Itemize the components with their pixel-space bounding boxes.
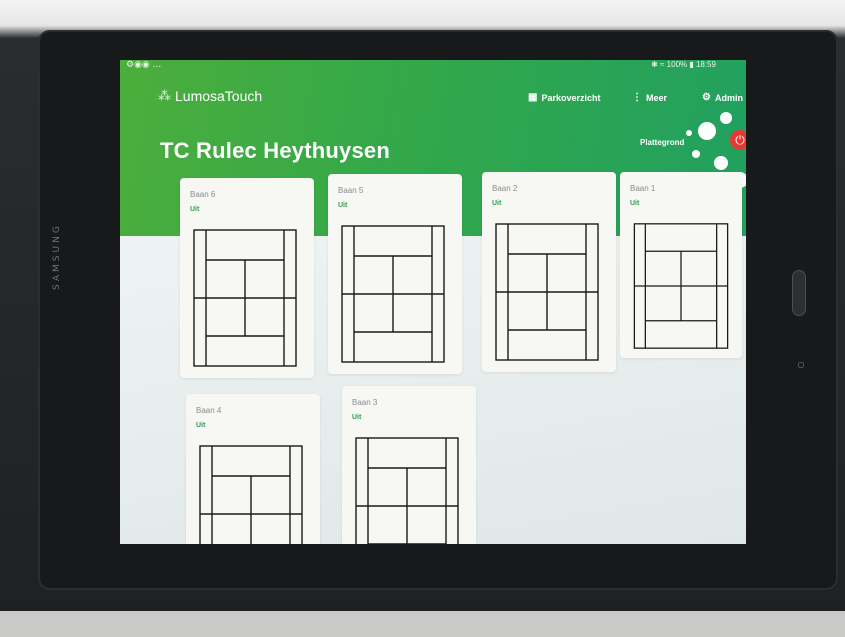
- court-status: Uit: [190, 206, 200, 213]
- court-card-baan-1[interactable]: Baan 1 Uit: [620, 172, 742, 358]
- tennis-court-icon: [193, 229, 297, 367]
- court-name: Baan 2: [492, 184, 518, 193]
- tablet-screen: ⚙◉◉ ... ✱ ≈ 100% ▮ 18:59 ⁂ LumosaTouch ▦…: [120, 60, 746, 544]
- device-brand: SAMSUNG: [52, 223, 62, 290]
- home-button[interactable]: [792, 270, 806, 316]
- floorplan-link[interactable]: Plattegrond: [640, 138, 684, 147]
- court-card-baan-4[interactable]: Baan 4 Uit: [186, 394, 320, 544]
- court-name: Baan 5: [338, 186, 364, 195]
- back-button[interactable]: [798, 362, 804, 368]
- gear-icon: ⚙: [702, 92, 711, 103]
- nav-label: Parkoverzicht: [541, 92, 601, 103]
- page-title: TC Rulec Heythuysen: [160, 138, 390, 163]
- app-logo: ⁂ LumosaTouch: [158, 88, 262, 104]
- nav-label: Admin: [714, 92, 743, 103]
- nav-meer[interactable]: ⋮ Meer: [632, 92, 667, 103]
- dots-icon: ⋮: [632, 92, 642, 103]
- status-bar-right: ✱ ≈ 100% ▮ 18:59: [651, 60, 716, 69]
- tennis-court-icon: [355, 437, 459, 544]
- nav-label: Meer: [646, 92, 668, 103]
- tennis-court-icon: [199, 445, 303, 544]
- decor-dot: [720, 112, 732, 124]
- decor-dot: [714, 156, 728, 170]
- court-status: Uit: [630, 200, 640, 207]
- photo-scene: SAMSUNG ⚙◉◉ ... ✱ ≈ 100% ▮ 18:59 ⁂ Lumos…: [0, 0, 845, 637]
- court-status: Uit: [196, 422, 206, 429]
- court-name: Baan 4: [196, 406, 222, 415]
- nav-admin[interactable]: ⚙ Admin: [702, 92, 743, 103]
- court-card-baan-6[interactable]: Baan 6 Uit: [180, 178, 314, 378]
- decor-dot: [686, 130, 692, 136]
- logo-text: LumosaTouch: [175, 88, 263, 104]
- court-card-baan-5[interactable]: Baan 5 Uit: [328, 174, 462, 374]
- court-status: Uit: [338, 202, 348, 209]
- grid-icon: ▦: [528, 92, 538, 103]
- table-surface: [0, 611, 845, 637]
- lumosa-logo-icon: ⁂: [158, 88, 171, 103]
- decor-dot: [698, 122, 716, 140]
- court-card-baan-2[interactable]: Baan 2 Uit: [482, 172, 616, 372]
- nav-parkoverzicht[interactable]: ▦ Parkoverzicht: [528, 92, 600, 103]
- status-bar-icons: ⚙◉◉ ...: [126, 60, 162, 70]
- court-name: Baan 6: [190, 190, 216, 199]
- court-name: Baan 1: [630, 184, 656, 193]
- tennis-court-icon: [341, 225, 445, 363]
- decor-dot: [692, 150, 700, 158]
- court-status: Uit: [352, 414, 362, 421]
- court-status: Uit: [492, 200, 502, 207]
- tennis-court-icon: [633, 223, 729, 349]
- court-card-baan-3[interactable]: Baan 3 Uit: [342, 386, 476, 544]
- tennis-court-icon: [495, 223, 599, 361]
- power-icon[interactable]: ⏻: [730, 130, 746, 150]
- court-name: Baan 3: [352, 398, 378, 407]
